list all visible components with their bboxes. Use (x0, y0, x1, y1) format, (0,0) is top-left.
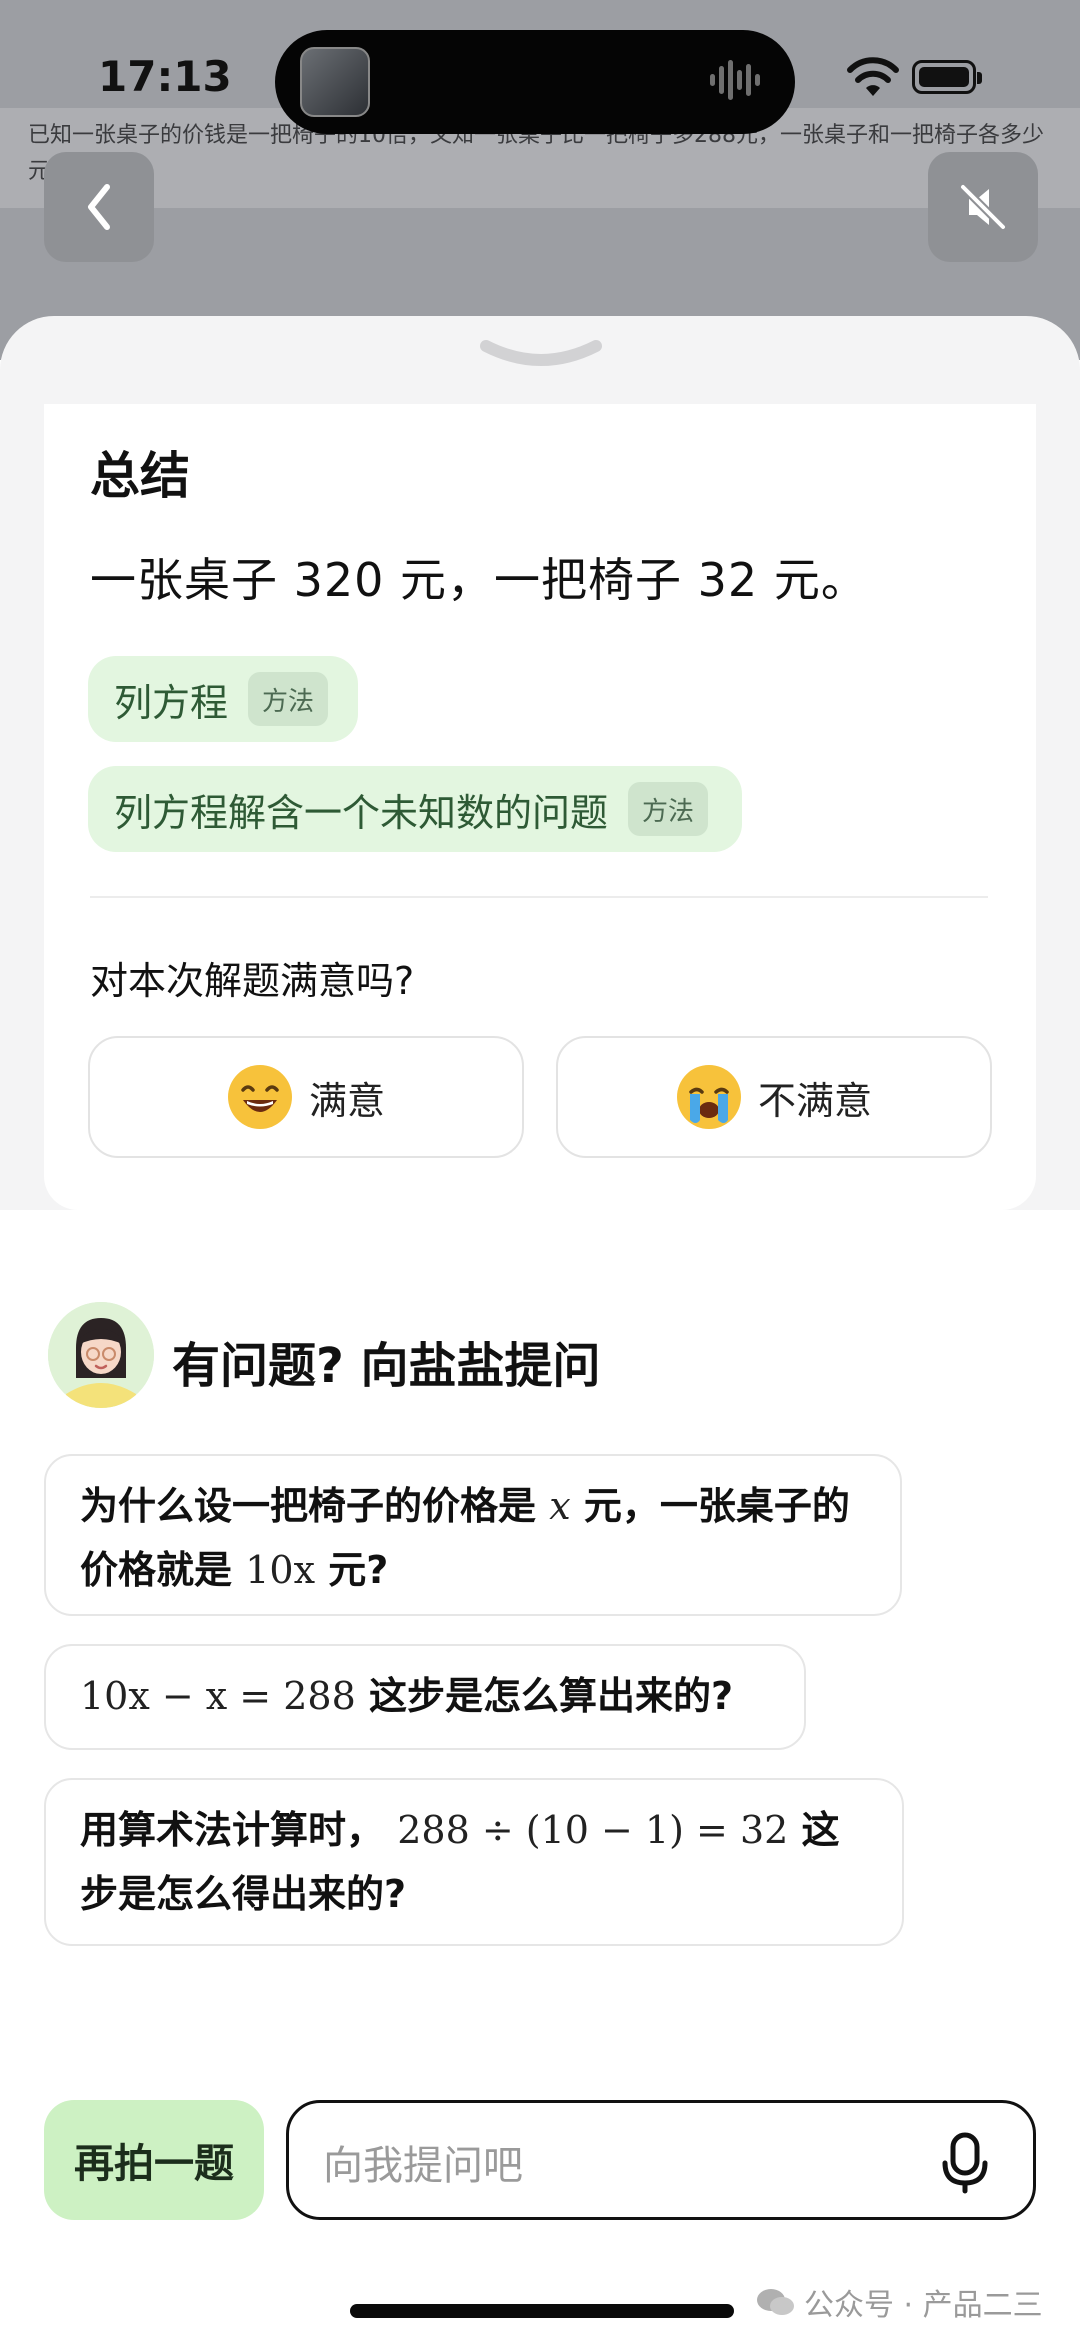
now-playing-thumbnail (300, 47, 370, 117)
speaker-muted-icon (959, 183, 1007, 231)
sheet-collapse-handle-icon[interactable] (478, 336, 604, 370)
feedback-question: 对本次解题满意吗? (90, 959, 415, 1003)
chip-text: 为什么设一把椅子的价格是 (80, 1484, 550, 1528)
battery-icon (912, 60, 982, 94)
method-tag-kind: 方法 (248, 672, 329, 726)
method-tag-label: 列方程解含一个未知数的问题 (114, 790, 609, 835)
suggested-question-chip[interactable]: 10x − x = 288 这步是怎么算出来的? (44, 1644, 806, 1750)
chip-math: 288 ÷ (10 − 1) = 32 (397, 1808, 789, 1852)
unsatisfied-label: 不满意 (757, 1078, 872, 1123)
assistant-avatar (48, 1302, 154, 1408)
status-time: 17:13 (98, 52, 232, 101)
summary-answer: 一张桌子 320 元，一把椅子 32 元。 (90, 553, 868, 607)
chip-text: 用算术法计算时， (80, 1808, 398, 1852)
chip-math: 10x − x = 288 (80, 1674, 356, 1718)
method-tag-kind: 方法 (628, 782, 709, 836)
divider (90, 896, 988, 898)
chip-text: 元? (315, 1548, 389, 1592)
wifi-icon (847, 57, 899, 96)
back-button[interactable] (44, 152, 154, 262)
chip-text: 这步是怎么算出来的? (355, 1674, 734, 1718)
satisfied-button[interactable]: 满意 (88, 1036, 524, 1158)
summary-title: 总结 (90, 447, 190, 505)
method-tag-label: 列方程 (114, 680, 229, 725)
watermark: 公众号 · 产品二三 (756, 2280, 1043, 2324)
ask-section-title: 有问题? 向盐盐提问 (172, 1338, 601, 1394)
ask-input[interactable]: 向我提问吧 (286, 2100, 1036, 2220)
chip-math: 10x (245, 1548, 316, 1592)
chip-math: x (549, 1484, 571, 1528)
crying-face-icon (676, 1065, 741, 1129)
method-tag[interactable]: 列方程解含一个未知数的问题 方法 (88, 766, 742, 852)
retake-photo-button[interactable]: 再拍一题 (44, 2100, 264, 2220)
home-indicator (350, 2304, 734, 2318)
grinning-face-icon (227, 1065, 292, 1129)
satisfied-label: 满意 (308, 1078, 385, 1123)
suggested-question-chip[interactable]: 为什么设一把椅子的价格是 x 元，一张桌子的价格就是 10x 元? (44, 1454, 902, 1616)
chevron-left-icon (88, 184, 110, 230)
mute-button[interactable] (928, 152, 1038, 262)
watermark-text: 公众号 · 产品二三 (804, 2288, 1043, 2323)
wechat-icon (757, 2289, 794, 2315)
method-tag[interactable]: 列方程 方法 (88, 656, 358, 742)
ask-input-placeholder: 向我提问吧 (323, 2143, 523, 2189)
unsatisfied-button[interactable]: 不满意 (556, 1036, 992, 1158)
microphone-icon[interactable] (937, 2131, 993, 2195)
suggested-question-chip[interactable]: 用算术法计算时， 288 ÷ (10 − 1) = 32 这步是怎么得出来的? (44, 1778, 904, 1946)
assistant-avatar-icon (48, 1302, 154, 1408)
audio-waveform-icon (710, 60, 760, 100)
